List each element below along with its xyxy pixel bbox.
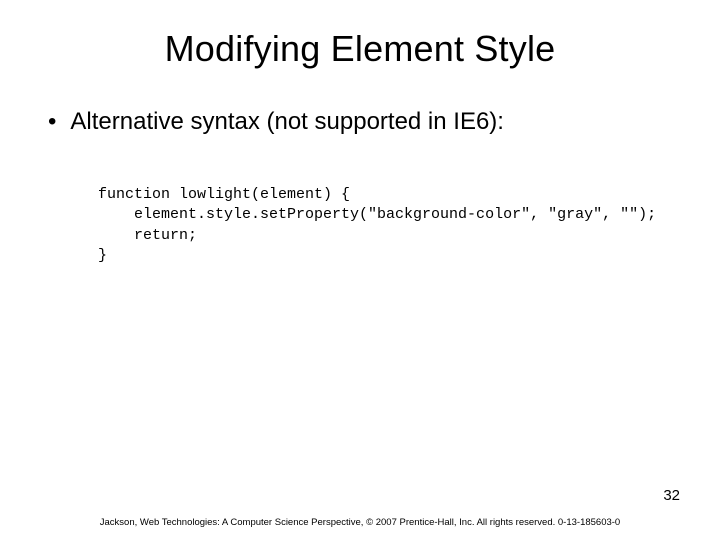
bullet-marker: • — [48, 106, 56, 137]
footer-citation: Jackson, Web Technologies: A Computer Sc… — [0, 517, 720, 528]
slide-title: Modifying Element Style — [40, 28, 680, 70]
bullet-text: Alternative syntax (not supported in IE6… — [70, 106, 504, 137]
code-block: function lowlight(element) { element.sty… — [98, 185, 680, 266]
page-number: 32 — [663, 487, 680, 504]
bullet-item: • Alternative syntax (not supported in I… — [48, 106, 680, 137]
slide: Modifying Element Style • Alternative sy… — [0, 0, 720, 540]
